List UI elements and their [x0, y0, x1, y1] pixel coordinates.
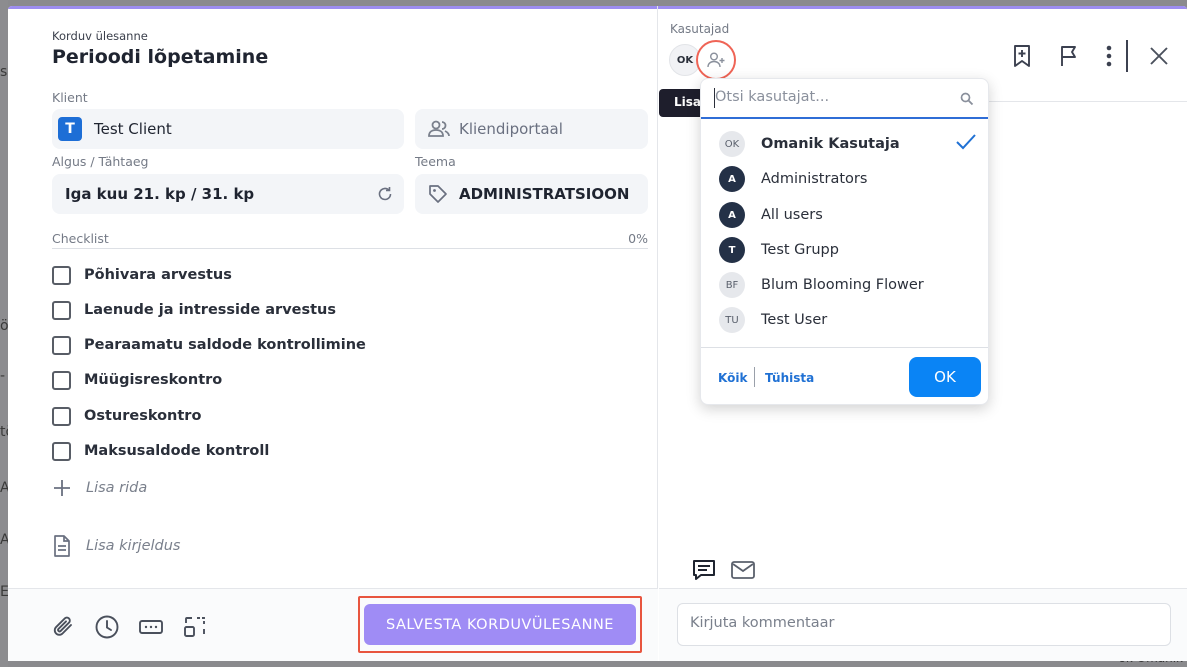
dropdown-divider [701, 347, 988, 348]
checkmark-icon [955, 133, 977, 155]
background-text: - [0, 368, 6, 384]
save-recurring-task-button[interactable]: SALVESTA KORDUVÜLESANNE [364, 604, 636, 645]
search-icon [960, 91, 974, 110]
checklist-item[interactable]: Pearaamatu saldode kontrollimine [52, 333, 366, 357]
checklist-item[interactable]: Maksusaldode kontroll [52, 439, 269, 463]
cancel-link[interactable]: Tühista [765, 371, 814, 385]
toolbar-divider [1126, 40, 1128, 72]
schedule-value: Iga kuu 21. kp / 31. kp [65, 185, 255, 203]
task-modal: Korduv ülesanne Perioodi lõpetamine Klie… [8, 6, 1187, 661]
user-option[interactable]: T Test Grupp [719, 237, 977, 263]
convert-icon[interactable] [181, 613, 209, 641]
task-details-pane: Korduv ülesanne Perioodi lõpetamine Klie… [8, 6, 658, 661]
checkbox[interactable] [52, 265, 71, 285]
add-description-button[interactable]: Lisa kirjeldus [52, 534, 180, 558]
checklist-item-label: Laenude ja intresside arvestus [84, 302, 337, 318]
paperclip-icon[interactable] [50, 613, 78, 641]
add-description-label: Lisa kirjeldus [86, 538, 181, 554]
checklist-item-label: Pearaamatu saldode kontrollimine [84, 337, 366, 353]
user-avatar: TU [719, 307, 745, 333]
checkbox[interactable] [52, 370, 71, 390]
tag-icon [427, 183, 449, 205]
user-avatar: T [719, 237, 745, 263]
document-icon [54, 535, 70, 557]
topic-value: ADMINISTRATSIOON [459, 185, 630, 203]
user-avatar: OK [719, 131, 745, 157]
users-icon [427, 119, 451, 139]
checkbox[interactable] [52, 441, 71, 461]
task-type-label: Korduv ülesanne [52, 29, 148, 43]
checklist-item[interactable]: Põhivara arvestus [52, 263, 232, 287]
user-picker-dropdown: Otsi kasutajat... OK Omanik Kasutaja A A… [700, 78, 989, 405]
client-portal-label: Kliendiportaal [459, 120, 563, 138]
clock-icon[interactable] [93, 613, 121, 641]
add-row-button[interactable]: Lisa rida [52, 478, 147, 498]
user-name: Blum Blooming Flower [761, 277, 924, 293]
client-portal-field[interactable]: Kliendiportaal [415, 109, 648, 149]
bookmark-add-icon[interactable] [1008, 42, 1036, 70]
user-option[interactable]: TU Test User [719, 307, 977, 333]
email-icon[interactable] [729, 556, 757, 584]
ok-button[interactable]: OK [909, 357, 981, 397]
add-user-button[interactable] [696, 40, 736, 80]
flag-icon[interactable] [1055, 42, 1083, 70]
user-search-input[interactable]: Otsi kasutajat... [715, 89, 829, 105]
client-field[interactable]: T Test Client [52, 109, 404, 149]
user-search-field[interactable]: Otsi kasutajat... [701, 79, 988, 119]
checklist-item[interactable]: Müügisreskontro [52, 368, 222, 392]
comment-input[interactable]: Kirjuta kommentaar [677, 603, 1171, 646]
user-avatar: A [719, 166, 745, 192]
checkbox[interactable] [52, 406, 71, 426]
user-name: Administrators [761, 171, 868, 187]
client-label: Klient [52, 90, 88, 105]
user-option[interactable]: BF Blum Blooming Flower [719, 272, 977, 298]
user-name: Test Grupp [761, 242, 839, 258]
user-name: Omanik Kasutaja [761, 136, 900, 152]
user-avatar: A [719, 202, 745, 228]
add-row-label: Lisa rida [86, 480, 148, 496]
topic-field[interactable]: ADMINISTRATSIOON [415, 174, 648, 214]
comment-icon[interactable] [690, 556, 718, 584]
comment-footer: Kirjuta kommentaar [659, 588, 1187, 661]
client-badge: T [58, 117, 82, 141]
checklist-item-label: Põhivara arvestus [84, 267, 232, 283]
user-name: Test User [761, 312, 828, 328]
checklist-header: Checklist 0% [52, 231, 648, 249]
checklist-progress: 0% [628, 231, 648, 246]
more-options-icon[interactable] [1095, 42, 1123, 70]
user-avatar: BF [719, 272, 745, 298]
checklist-item-label: Ostureskontro [84, 408, 202, 424]
checkbox[interactable] [52, 335, 71, 355]
checklist-item-label: Maksusaldode kontroll [84, 443, 270, 459]
checkbox[interactable] [52, 300, 71, 320]
task-title[interactable]: Perioodi lõpetamine [52, 46, 268, 68]
client-value: Test Client [94, 120, 172, 138]
add-user-icon [707, 52, 725, 68]
checklist-item[interactable]: Laenude ja intresside arvestus [52, 298, 336, 322]
select-all-link[interactable]: Kõik [718, 371, 747, 385]
user-name: All users [761, 207, 823, 223]
task-footer: SALVESTA KORDUVÜLESANNE [8, 588, 658, 661]
checklist-item-label: Müügisreskontro [84, 372, 223, 388]
repeat-icon [376, 185, 394, 203]
checklist-label: Checklist [52, 231, 109, 246]
user-option[interactable]: A Administrators [719, 166, 977, 192]
plus-icon [54, 480, 70, 496]
user-option[interactable]: A All users [719, 202, 977, 228]
input-field-icon[interactable] [137, 613, 165, 641]
schedule-label: Algus / Tähtaeg [52, 154, 149, 169]
topic-label: Teema [415, 154, 456, 169]
close-icon[interactable] [1145, 42, 1173, 70]
users-label: Kasutajad [670, 22, 730, 36]
user-option[interactable]: OK Omanik Kasutaja [719, 131, 977, 157]
link-separator [754, 367, 755, 387]
schedule-field[interactable]: Iga kuu 21. kp / 31. kp [52, 174, 404, 214]
checklist-item[interactable]: Ostureskontro [52, 404, 201, 428]
save-button-highlight: SALVESTA KORDUVÜLESANNE [358, 596, 642, 653]
